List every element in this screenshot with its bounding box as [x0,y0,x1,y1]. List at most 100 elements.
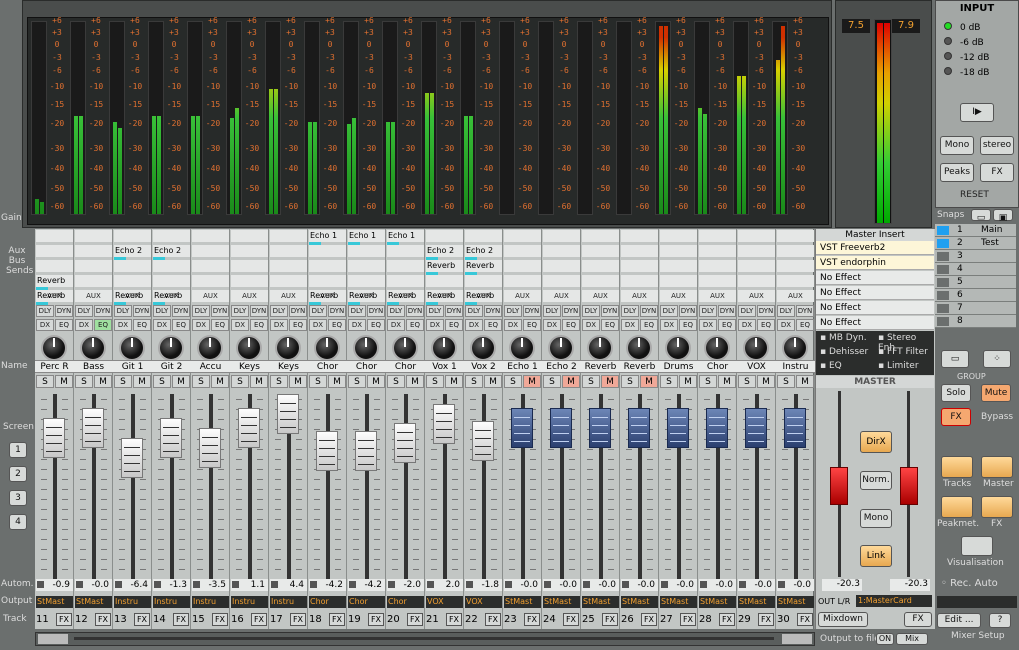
automation-value[interactable]: -0.0 [699,579,736,591]
send-slot[interactable] [192,275,229,287]
output-select[interactable]: StMast [699,596,736,608]
send-slot[interactable] [543,275,580,287]
dly-button[interactable]: DLY [192,305,210,317]
send-slot[interactable]: Reverb [426,260,463,272]
send-slot[interactable] [504,245,541,257]
aux-button[interactable]: AUX [546,291,577,303]
mute-button[interactable]: M [289,375,307,388]
eq-button[interactable]: EQ [523,319,541,331]
send-slot[interactable]: Echo 2 [153,245,190,257]
dly-button[interactable]: DLY [660,305,678,317]
snap-slot[interactable]: 7 [935,302,1016,315]
dyn-button[interactable]: DYN [367,305,385,317]
track-fx-button[interactable]: FX [95,613,111,626]
eq-button[interactable]: EQ [172,319,190,331]
send-slot[interactable] [114,230,151,242]
rec-auto-toggle[interactable]: ◦ Rec. Auto [941,578,998,589]
send-slot[interactable] [660,245,697,257]
track-fx-button[interactable]: FX [641,613,657,626]
output-select[interactable]: Instru [192,596,229,608]
snap-slot[interactable]: 8 [935,315,1016,328]
aux-button[interactable]: AUX [78,291,109,303]
send-slot[interactable] [504,260,541,272]
output-select[interactable]: Chor [348,596,385,608]
send-slot[interactable] [192,245,229,257]
automation-value[interactable]: -0.0 [504,579,541,591]
snap-slot[interactable]: 6 [935,289,1016,302]
dly-button[interactable]: DLY [504,305,522,317]
channel-fader[interactable] [511,408,533,448]
track-fx-button[interactable]: FX [719,613,735,626]
send-slot[interactable] [309,260,346,272]
send-slot[interactable] [387,275,424,287]
mute-button[interactable]: M [367,375,385,388]
send-slot[interactable] [36,260,73,272]
automation-value[interactable]: -1.8 [465,579,502,591]
master-mono-button[interactable]: Mono [860,509,892,528]
send-slot[interactable] [75,260,112,272]
aux-button[interactable]: AUX [702,291,733,303]
send-slot[interactable] [231,230,268,242]
send-slot[interactable] [426,230,463,242]
master-view-button[interactable] [981,456,1013,478]
dx-button[interactable]: DX [36,319,54,331]
send-slot[interactable] [582,245,619,257]
channel-fader[interactable] [316,431,338,471]
automation-value[interactable]: 1.1 [231,579,268,591]
dx-button[interactable]: DX [75,319,93,331]
mute-button[interactable]: M [796,375,814,388]
eq-button[interactable]: EQ [250,319,268,331]
channel-name[interactable]: Instru [776,360,815,373]
dly-button[interactable]: DLY [465,305,483,317]
track-fx-button[interactable]: FX [680,613,696,626]
peaks-button[interactable]: Peaks [940,163,974,182]
master-out-select[interactable]: 1:MasterCard [856,595,932,607]
dyn-button[interactable]: DYN [640,305,658,317]
send-slot[interactable] [465,230,502,242]
solo-button[interactable]: S [114,375,132,388]
channel-name[interactable]: Chor [386,360,425,373]
dly-button[interactable]: DLY [36,305,54,317]
automation-value[interactable]: -2.0 [387,579,424,591]
channel-fader[interactable] [355,431,377,471]
send-slot[interactable] [543,245,580,257]
input-18db[interactable]: -18 dB [944,67,989,78]
mix-button[interactable]: Mix [896,633,928,645]
send-slot[interactable] [270,245,307,257]
channel-name[interactable]: Chor [698,360,737,373]
track-fx-button[interactable]: FX [290,613,306,626]
solo-button[interactable]: S [426,375,444,388]
dx-button[interactable]: DX [699,319,717,331]
master-fx-button[interactable]: FX [904,612,932,627]
eq-button[interactable]: EQ [328,319,346,331]
channel-name[interactable]: Keys [269,360,308,373]
pan-knob[interactable] [743,335,769,361]
solo-button[interactable]: S [192,375,210,388]
channel-fader[interactable] [238,408,260,448]
dly-button[interactable]: DLY [309,305,327,317]
solo-button[interactable]: S [348,375,366,388]
output-select[interactable]: Instru [114,596,151,608]
dly-button[interactable]: DLY [777,305,795,317]
channel-name[interactable]: Reverb [620,360,659,373]
dly-button[interactable]: DLY [114,305,132,317]
pan-knob[interactable] [509,335,535,361]
track-fx-button[interactable]: FX [602,613,618,626]
send-slot[interactable] [231,275,268,287]
output-select[interactable]: StMast [75,596,112,608]
automation-value[interactable]: -0.0 [582,579,619,591]
eq-button[interactable]: EQ [718,319,736,331]
aux-button[interactable]: AUX [234,291,265,303]
track-fx-button[interactable]: FX [758,613,774,626]
track-fx-button[interactable]: FX [524,613,540,626]
snap-slot[interactable]: 5 [935,276,1016,289]
send-slot[interactable] [270,275,307,287]
output-select[interactable]: StMast [621,596,658,608]
pan-knob[interactable] [158,335,184,361]
output-select[interactable]: Instru [270,596,307,608]
send-slot[interactable] [231,245,268,257]
send-slot[interactable] [153,275,190,287]
channel-fader[interactable] [589,408,611,448]
dyn-button[interactable]: DYN [55,305,73,317]
mute-button[interactable]: M [55,375,73,388]
